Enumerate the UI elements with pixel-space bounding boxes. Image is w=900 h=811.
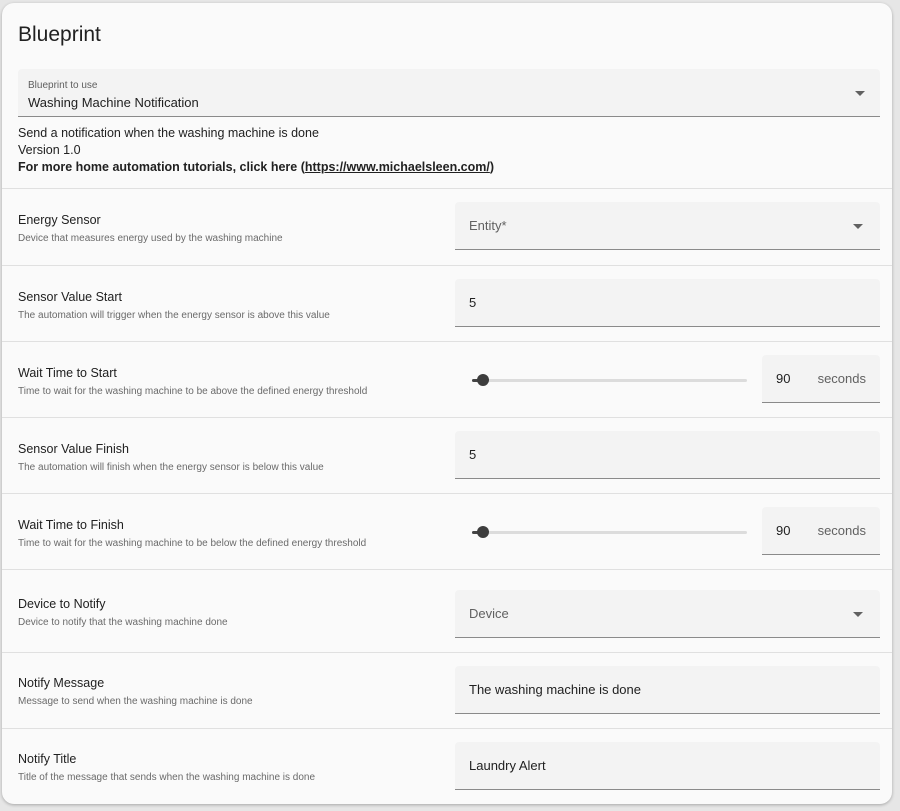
input-row-notify-message: Notify Message Message to send when the … [2, 652, 892, 728]
input-name: Wait Time to Start [18, 366, 117, 380]
input-name: Energy Sensor [18, 213, 101, 227]
tutorial-line: For more home automation tutorials, clic… [18, 159, 494, 176]
sensor-value-finish-input[interactable]: 5 [455, 431, 880, 479]
input-help: Title of the message that sends when the… [18, 772, 316, 783]
input-row-wait-time-finish: Wait Time to Finish Time to wait for the… [2, 493, 892, 569]
wait-time-start-number[interactable]: 90 seconds [762, 355, 880, 403]
blueprint-select[interactable]: Blueprint to use Washing Machine Notific… [18, 69, 880, 117]
input-help: Message to send when the washing machine… [18, 696, 253, 707]
slider-thumb[interactable] [477, 526, 490, 538]
entity-placeholder: Entity* [469, 218, 507, 233]
version-text: Version 1.0 [18, 143, 81, 157]
input-help: Time to wait for the washing machine to … [18, 386, 368, 397]
input-name: Wait Time to Finish [18, 518, 124, 532]
sensor-value-start-text: 5 [469, 295, 477, 310]
notify-title-input[interactable]: Laundry Alert [455, 742, 880, 790]
input-row-device-to-notify: Device to Notify Device to notify that t… [2, 569, 892, 652]
input-row-sensor-value-start: Sensor Value Start The automation will t… [2, 265, 892, 341]
card-title: Blueprint [18, 23, 101, 46]
wait-time-finish-value: 90 [776, 523, 791, 538]
chevron-down-icon [853, 224, 863, 229]
wait-time-finish-number[interactable]: 90 seconds [762, 507, 880, 555]
unit-label: seconds [817, 523, 866, 538]
sensor-value-finish-text: 5 [469, 447, 477, 462]
input-row-wait-time-start: Wait Time to Start Time to wait for the … [2, 341, 892, 417]
input-name: Device to Notify [18, 597, 106, 611]
input-row-notify-title: Notify Title Title of the message that s… [2, 728, 892, 804]
input-name: Notify Title [18, 752, 77, 766]
input-help: Device to notify that the washing machin… [18, 617, 228, 628]
input-row-sensor-value-finish: Sensor Value Finish The automation will … [2, 417, 892, 493]
input-name: Sensor Value Start [18, 290, 122, 304]
notify-message-text: The washing machine is done [469, 682, 641, 697]
input-name: Sensor Value Finish [18, 442, 129, 456]
blueprint-card: Blueprint Blueprint to use Washing Machi… [2, 3, 892, 804]
tutorial-link[interactable]: https://www.michaelsleen.com/ [305, 160, 490, 174]
device-to-notify-select[interactable]: Device [455, 590, 880, 638]
input-help: Time to wait for the washing machine to … [18, 538, 367, 549]
device-placeholder: Device [469, 606, 509, 621]
chevron-down-icon [855, 91, 865, 96]
chevron-down-icon [853, 612, 863, 617]
slider-track [472, 531, 747, 534]
tutorial-suffix: ) [489, 160, 495, 174]
blueprint-select-value: Washing Machine Notification [28, 95, 199, 110]
input-help: The automation will finish when the ener… [18, 462, 324, 473]
wait-time-start-slider[interactable] [472, 370, 747, 390]
notify-title-text: Laundry Alert [469, 758, 546, 773]
unit-label: seconds [817, 371, 866, 386]
slider-track [472, 379, 747, 382]
blueprint-select-label: Blueprint to use [28, 80, 98, 91]
wait-time-start-value: 90 [776, 371, 791, 386]
wait-time-finish-slider[interactable] [472, 522, 747, 542]
slider-thumb[interactable] [477, 374, 490, 386]
sensor-value-start-input[interactable]: 5 [455, 279, 880, 327]
tutorial-prefix: For more home automation tutorials, clic… [18, 160, 305, 174]
input-help: The automation will trigger when the ene… [18, 310, 330, 321]
input-help: Device that measures energy used by the … [18, 233, 283, 244]
input-row-energy-sensor: Energy Sensor Device that measures energ… [2, 188, 892, 265]
input-name: Notify Message [18, 676, 105, 690]
notify-message-input[interactable]: The washing machine is done [455, 666, 880, 714]
energy-sensor-select[interactable]: Entity* [455, 202, 880, 250]
blueprint-description: Send a notification when the washing mac… [18, 125, 494, 176]
description-line: Send a notification when the washing mac… [18, 126, 319, 140]
